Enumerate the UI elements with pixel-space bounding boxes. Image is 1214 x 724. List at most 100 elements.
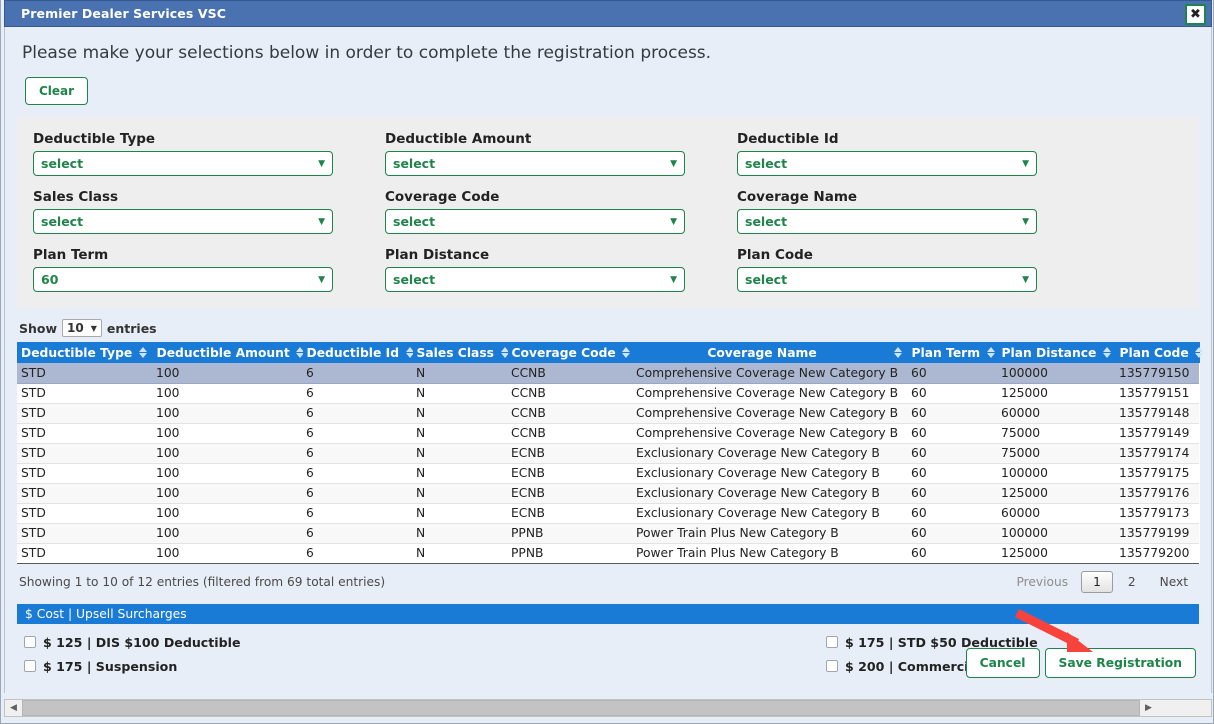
pagination-previous[interactable]: Previous [1008,572,1078,592]
table-cell: 100 [152,423,302,444]
col-plan-code[interactable]: Plan Code [1115,342,1204,363]
table-row[interactable]: STD 100 6 N ECNB Exclusionary Coverage New Ca… [17,463,1199,484]
field-plan-code: Plan Code select ▼ [729,247,1059,292]
scroll-left-icon[interactable]: ◀ [5,700,22,716]
table-row[interactable]: STD 100 6 N ECNB Exclusionary Coverage New Ca… [17,483,1199,504]
chevron-down-icon: ▼ [90,323,97,333]
surcharge-label: $ 175 | Suspension [43,658,178,674]
col-label: Coverage Code [511,345,616,360]
table-cell: 135779150 [1115,363,1199,384]
table-cell: Exclusionary Coverage New Category B [632,483,907,504]
table-cell: 135779199 [1115,523,1199,544]
col-coverage-name[interactable]: Coverage Name [632,342,908,363]
field-coverage-name: Coverage Name select ▼ [729,189,1059,234]
col-deductible-type[interactable]: Deductible Type [17,342,153,363]
select-deductible-id-value: select [745,156,788,171]
table-cell: 100000 [997,523,1115,544]
entries-info: Showing 1 to 10 of 12 entries (filtered … [19,574,386,589]
field-deductible-id: Deductible Id select ▼ [729,131,1059,176]
data-table-wrap: Deductible Type Deductible Amount Deduct… [5,337,1211,564]
table-cell: CCNB [507,423,632,444]
close-icon[interactable]: ✖ [1185,4,1206,25]
chevron-down-icon: ▼ [318,158,325,169]
pagination-page-1[interactable]: 1 [1081,570,1113,593]
horizontal-scrollbar[interactable]: ◀ ▶ [4,699,1212,717]
col-sales-class[interactable]: Sales Class [412,342,509,363]
col-plan-distance[interactable]: Plan Distance [997,342,1116,363]
select-deductible-amount[interactable]: select ▼ [385,151,685,176]
pagination-next[interactable]: Next [1151,572,1197,592]
col-deductible-amount[interactable]: Deductible Amount [152,342,305,363]
pagination: Previous 1 2 Next [1008,570,1197,593]
pagination-page-2[interactable]: 2 [1117,572,1147,592]
table-cell: N [412,363,507,384]
table-row[interactable]: STD 100 6 N CCNB Comprehensive Coverage New C… [17,363,1199,384]
table-cell: 60 [907,443,997,464]
sort-icon [1195,347,1204,358]
clear-button[interactable]: Clear [25,77,89,105]
table-cell: STD [17,523,152,544]
select-deductible-id[interactable]: select ▼ [737,151,1037,176]
select-deductible-amount-value: select [393,156,436,171]
save-registration-button[interactable]: Save Registration [1044,648,1196,678]
surcharge-item[interactable]: $ 175 | Suspension [17,656,608,680]
col-plan-term[interactable]: Plan Term [907,342,998,363]
page-length-select[interactable]: 10 ▼ [62,319,102,337]
select-coverage-name[interactable]: select ▼ [737,209,1037,234]
application-window: Premier Dealer Services VSC ✖ Please mak… [0,0,1214,724]
surcharge-item[interactable]: $ 125 | DIS $100 Deductible [17,632,608,656]
table-cell: 135779173 [1115,503,1199,524]
col-label: Deductible Type [21,345,133,360]
col-label: Sales Class [416,345,495,360]
table-row[interactable]: STD 100 6 N CCNB Comprehensive Coverage New C… [17,423,1199,444]
table-cell: 6 [302,363,412,384]
checkbox-icon[interactable] [24,660,36,672]
select-sales-class-value: select [41,214,84,229]
select-coverage-code-value: select [393,214,436,229]
select-plan-code-value: select [745,272,788,287]
label-deductible-type: Deductible Type [33,131,156,147]
table-row[interactable]: STD 100 6 N CCNB Comprehensive Coverage New C… [17,403,1199,424]
table-cell: 100 [152,543,302,564]
table-cell: Comprehensive Coverage New Category B [632,383,907,404]
scrollbar-thumb[interactable] [22,700,1140,716]
table-cell: 60 [907,483,997,504]
select-plan-term[interactable]: 60 ▼ [33,267,333,292]
select-plan-distance[interactable]: select ▼ [385,267,685,292]
label-plan-distance: Plan Distance [385,247,490,263]
table-cell: STD [17,503,152,524]
col-deductible-id[interactable]: Deductible Id [302,342,414,363]
checkbox-icon[interactable] [826,636,838,648]
table-cell: 135779200 [1115,543,1199,564]
table-body: STD 100 6 N CCNB Comprehensive Coverage New C… [17,363,1199,564]
select-deductible-type[interactable]: select ▼ [33,151,333,176]
table-cell: ECNB [507,463,632,484]
table-row[interactable]: STD 100 6 N ECNB Exclusionary Coverage New Ca… [17,443,1199,464]
table-cell: N [412,483,507,504]
col-coverage-code[interactable]: Coverage Code [507,342,633,363]
scroll-right-icon[interactable]: ▶ [1140,700,1157,716]
entries-label: entries [106,320,157,336]
table-cell: Comprehensive Coverage New Category B [632,403,907,424]
table-cell: 60 [907,403,997,424]
table-row[interactable]: STD 100 6 N PPNB Power Train Plus New Categor… [17,523,1199,544]
table-row[interactable]: STD 100 6 N PPNB Power Train Plus New Categor… [17,543,1199,564]
table-cell: 75000 [997,443,1115,464]
sort-icon [139,347,148,358]
label-plan-term: Plan Term [33,247,109,263]
table-cell: PPNB [507,523,632,544]
table-cell: STD [17,443,152,464]
table-row[interactable]: STD 100 6 N ECNB Exclusionary Coverage New Ca… [17,503,1199,524]
table-cell: 60 [907,363,997,384]
table-cell: N [412,383,507,404]
table-cell: Comprehensive Coverage New Category B [632,423,907,444]
select-plan-code[interactable]: select ▼ [737,267,1037,292]
table-row[interactable]: STD 100 6 N CCNB Comprehensive Coverage New C… [17,383,1199,404]
cancel-button[interactable]: Cancel [965,648,1040,678]
checkbox-icon[interactable] [826,660,838,672]
select-sales-class[interactable]: select ▼ [33,209,333,234]
checkbox-icon[interactable] [24,636,36,648]
table-cell: 6 [302,543,412,564]
col-label: Plan Term [911,345,981,360]
select-coverage-code[interactable]: select ▼ [385,209,685,234]
